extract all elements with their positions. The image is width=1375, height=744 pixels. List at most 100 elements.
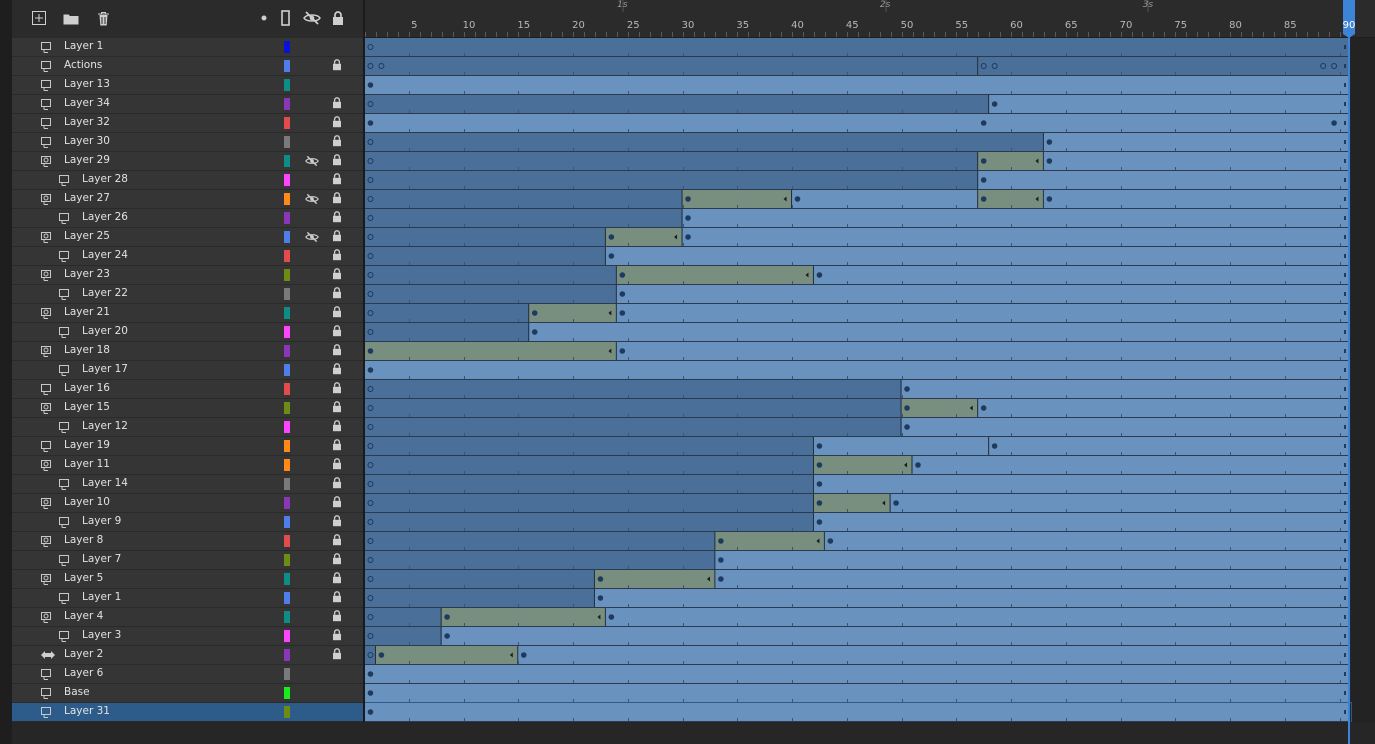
eye-hidden-icon[interactable] <box>305 193 319 205</box>
layer-row[interactable]: Layer 24 <box>12 247 364 266</box>
layer-color-swatch[interactable] <box>284 535 290 547</box>
lock-icon[interactable] <box>332 629 342 642</box>
layer-row[interactable]: Actions <box>12 57 364 76</box>
layer-color-swatch[interactable] <box>284 459 290 471</box>
layer-track[interactable] <box>365 665 1351 684</box>
lock-icon[interactable] <box>332 458 342 471</box>
layer-color-swatch[interactable] <box>284 497 290 509</box>
layer-row[interactable]: Layer 5 <box>12 570 364 589</box>
layer-row[interactable]: Layer 10 <box>12 494 364 513</box>
lock-icon[interactable] <box>332 59 342 72</box>
layer-row[interactable]: Layer 32 <box>12 114 364 133</box>
layer-row[interactable]: Layer 25 <box>12 228 364 247</box>
layer-row[interactable]: Layer 30 <box>12 133 364 152</box>
layer-track[interactable] <box>365 475 1351 494</box>
layer-color-swatch[interactable] <box>284 611 290 623</box>
layer-row[interactable]: Layer 23 <box>12 266 364 285</box>
lock-icon[interactable] <box>332 382 342 395</box>
layer-track[interactable] <box>365 76 1351 95</box>
new-layer-icon[interactable] <box>28 8 50 28</box>
timeline-tracks[interactable] <box>365 38 1375 722</box>
layer-color-swatch[interactable] <box>284 250 290 262</box>
layer-row[interactable]: Base <box>12 684 364 703</box>
eye-hidden-icon[interactable] <box>305 231 319 243</box>
outline-icon[interactable] <box>275 8 297 28</box>
lock-icon[interactable] <box>332 249 342 262</box>
layer-color-swatch[interactable] <box>284 383 290 395</box>
layer-color-swatch[interactable] <box>284 326 290 338</box>
lock-icon[interactable] <box>332 439 342 452</box>
layer-track[interactable] <box>365 342 1351 361</box>
layer-color-swatch[interactable] <box>284 231 290 243</box>
layer-track[interactable] <box>365 570 1351 589</box>
layer-row[interactable]: Layer 6 <box>12 665 364 684</box>
layer-color-swatch[interactable] <box>284 402 290 414</box>
lock-icon[interactable] <box>332 230 342 243</box>
layer-track[interactable] <box>365 152 1351 171</box>
lock-icon[interactable] <box>332 325 342 338</box>
dot-icon[interactable] <box>253 8 275 28</box>
layer-track[interactable] <box>365 380 1351 399</box>
layer-row[interactable]: Layer 2 <box>12 646 364 665</box>
layer-color-swatch[interactable] <box>284 155 290 167</box>
lock-icon[interactable] <box>332 287 342 300</box>
layer-color-swatch[interactable] <box>284 421 290 433</box>
layer-row[interactable]: Layer 1 <box>12 38 364 57</box>
layer-row[interactable]: Layer 21 <box>12 304 364 323</box>
layer-track[interactable] <box>365 247 1351 266</box>
layer-row[interactable]: Layer 29 <box>12 152 364 171</box>
layer-color-swatch[interactable] <box>284 288 290 300</box>
layer-track[interactable] <box>365 646 1351 665</box>
layer-row[interactable]: Layer 14 <box>12 475 364 494</box>
frame-ruler[interactable]: 5 10 15 20 25 30 35 40 45 50 55 60 65 70 75 80 85 1s 2s 3s <box>365 0 1375 38</box>
layer-track[interactable] <box>365 95 1351 114</box>
lock-icon[interactable] <box>332 268 342 281</box>
layer-track[interactable] <box>365 190 1351 209</box>
layer-color-swatch[interactable] <box>284 193 290 205</box>
layer-track[interactable] <box>365 684 1351 703</box>
layer-track[interactable] <box>365 702 1352 722</box>
new-folder-icon[interactable] <box>60 8 82 28</box>
layer-color-swatch[interactable] <box>284 516 290 528</box>
layer-track[interactable] <box>365 589 1351 608</box>
layer-track[interactable] <box>365 418 1351 437</box>
layer-track[interactable] <box>365 494 1351 513</box>
layer-track[interactable] <box>365 608 1351 627</box>
layer-track[interactable] <box>365 171 1351 190</box>
layer-track[interactable] <box>365 114 1351 133</box>
layer-color-swatch[interactable] <box>284 174 290 186</box>
layer-color-swatch[interactable] <box>284 307 290 319</box>
layer-row[interactable]: Layer 16 <box>12 380 364 399</box>
lock-icon[interactable] <box>332 515 342 528</box>
layer-row[interactable]: Layer 26 <box>12 209 364 228</box>
layer-track[interactable] <box>365 323 1351 342</box>
layer-track[interactable] <box>365 304 1351 323</box>
layer-color-swatch[interactable] <box>284 364 290 376</box>
lock-icon[interactable] <box>332 496 342 509</box>
layer-row[interactable]: Layer 15 <box>12 399 364 418</box>
lock-icon[interactable] <box>332 211 342 224</box>
layer-row[interactable]: Layer 12 <box>12 418 364 437</box>
layer-row[interactable]: Layer 7 <box>12 551 364 570</box>
layer-row[interactable]: Layer 13 <box>12 76 364 95</box>
lock-icon[interactable] <box>332 154 342 167</box>
layer-track[interactable] <box>365 399 1351 418</box>
layer-color-swatch[interactable] <box>284 592 290 604</box>
lock-icon[interactable] <box>332 173 342 186</box>
layer-track[interactable] <box>365 285 1351 304</box>
layer-color-swatch[interactable] <box>284 345 290 357</box>
lock-icon[interactable] <box>332 610 342 623</box>
layer-row[interactable]: Layer 34 <box>12 95 364 114</box>
layer-row[interactable]: Layer 8 <box>12 532 364 551</box>
layer-track[interactable] <box>365 38 1351 57</box>
layer-row[interactable]: Layer 18 <box>12 342 364 361</box>
layer-row[interactable]: Layer 1 <box>12 589 364 608</box>
layer-track[interactable] <box>365 361 1351 380</box>
layer-track[interactable] <box>365 513 1351 532</box>
layer-track[interactable] <box>365 133 1351 152</box>
layer-color-swatch[interactable] <box>284 687 290 699</box>
layer-track[interactable] <box>365 228 1351 247</box>
layer-track[interactable] <box>365 209 1351 228</box>
lock-icon[interactable] <box>332 477 342 490</box>
layer-track[interactable] <box>365 532 1351 551</box>
